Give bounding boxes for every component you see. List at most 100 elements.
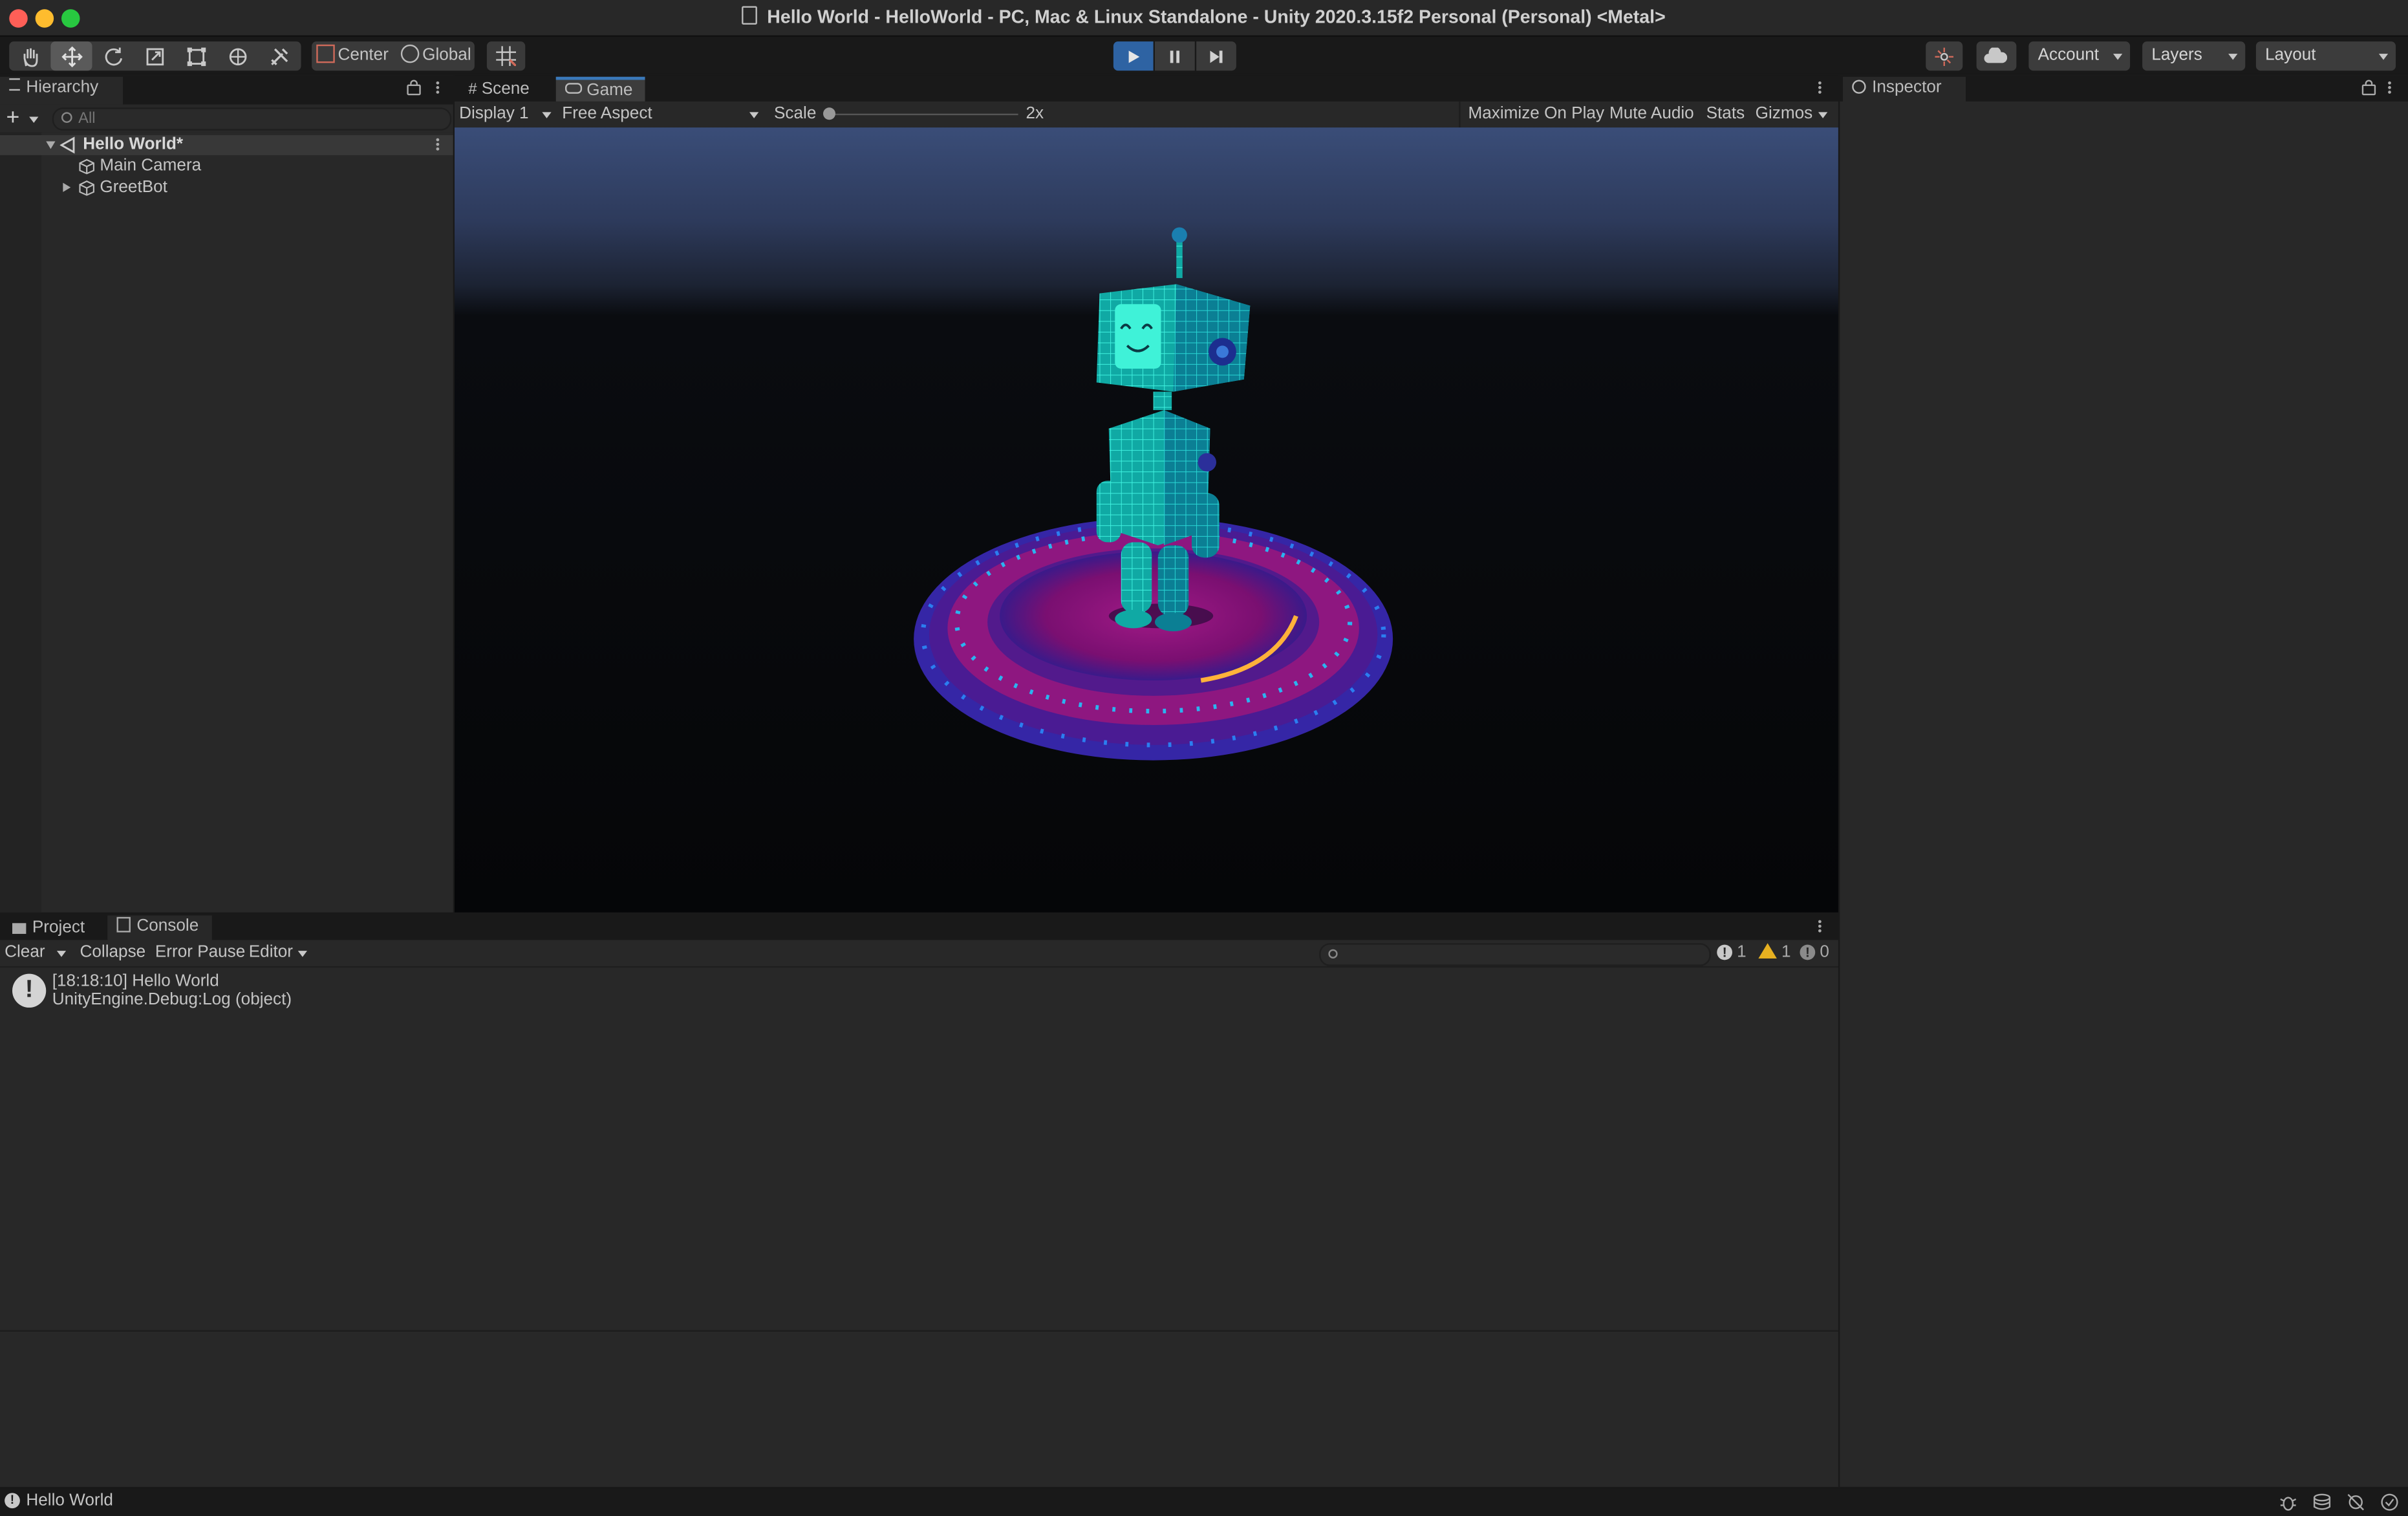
custom-tool-button[interactable] xyxy=(258,41,299,70)
pivot-center-toggle[interactable]: Center xyxy=(316,41,389,70)
search-icon xyxy=(1328,949,1338,958)
log-entry[interactable]: ! [18:18:10] Hello World UnityEngine.Deb… xyxy=(0,968,1838,1010)
toolbar-divider xyxy=(1459,101,1461,128)
scene-options-icon[interactable] xyxy=(436,138,441,152)
editor-dropdown[interactable]: Editor xyxy=(249,943,310,964)
hierarchy-item-main-camera[interactable]: Main Camera xyxy=(0,157,453,177)
collab-button[interactable] xyxy=(1926,41,1963,71)
game-toolbar: Display 1 Free Aspect Scale 2x Maximize … xyxy=(455,101,1838,128)
info-count-toggle[interactable]: ! 1 xyxy=(1717,942,1747,965)
game-panel: # Scene Game Display 1 Free Aspect Scale … xyxy=(455,75,1838,913)
create-add-button[interactable]: + xyxy=(6,106,43,129)
chevron-down-icon xyxy=(56,951,67,957)
scene-name: Hello World* xyxy=(83,135,184,154)
pivot-center-icon xyxy=(316,44,335,63)
clear-dropdown[interactable]: Clear xyxy=(5,943,67,964)
hierarchy-tree: Hello World* Main Camera GreetBot xyxy=(0,132,453,913)
more-options-icon[interactable] xyxy=(2388,81,2392,95)
scale-slider-thumb[interactable] xyxy=(823,107,835,120)
document-icon xyxy=(742,6,758,25)
tab-project[interactable]: Project xyxy=(3,915,98,943)
collapse-arrow-icon[interactable] xyxy=(63,182,71,192)
more-options-icon[interactable] xyxy=(436,81,441,95)
layers-dropdown[interactable]: Layers xyxy=(2142,41,2246,71)
expand-arrow-icon[interactable] xyxy=(46,141,56,149)
collab-icon xyxy=(1935,47,1953,67)
play-button[interactable] xyxy=(1113,41,1154,71)
layers-label: Layers xyxy=(2151,46,2202,65)
status-message[interactable]: Hello World xyxy=(26,1491,113,1510)
move-tool-button[interactable] xyxy=(50,41,92,71)
scale-slider-track[interactable] xyxy=(828,113,1018,116)
status-bar: ! Hello World xyxy=(0,1488,2408,1516)
log-message: [18:18:10] Hello World xyxy=(52,972,219,991)
tab-inspector[interactable]: Inspector xyxy=(1843,76,1966,105)
layout-label: Layout xyxy=(2265,46,2316,65)
warning-count-toggle[interactable]: 1 xyxy=(1758,942,1791,965)
pause-icon xyxy=(1170,50,1179,63)
info-icon xyxy=(1852,80,1866,94)
console-log-list: ! [18:18:10] Hello World UnityEngine.Deb… xyxy=(0,968,1838,1332)
list-icon xyxy=(9,78,20,91)
gameobject-icon xyxy=(79,158,94,175)
mute-audio-toggle[interactable]: Mute Audio xyxy=(1609,104,1694,122)
transform-tool-button[interactable] xyxy=(217,41,258,70)
more-options-icon[interactable] xyxy=(1818,920,1823,934)
display-dropdown[interactable]: Display 1 xyxy=(459,104,552,125)
tab-console[interactable]: Console xyxy=(107,915,212,944)
stats-toggle[interactable]: Stats xyxy=(1706,104,1745,122)
rotate-tool-button[interactable] xyxy=(92,41,134,70)
tab-scene[interactable]: # Scene xyxy=(459,77,552,105)
window-title: Hello World - HelloWorld - PC, Mac & Lin… xyxy=(767,6,1666,28)
error-pause-toggle[interactable]: Error Pause xyxy=(155,943,245,961)
grid-snap-toggle[interactable] xyxy=(486,41,526,71)
console-detail-area xyxy=(0,1332,1838,1487)
hierarchy-item-greetbot[interactable]: GreetBot xyxy=(0,178,453,198)
pivot-global-toggle[interactable]: Global xyxy=(400,41,471,70)
tab-game[interactable]: Game xyxy=(555,76,645,105)
view-tabbar: # Scene Game xyxy=(455,75,1838,105)
chevron-down-icon xyxy=(542,112,552,118)
scene-row[interactable]: Hello World* xyxy=(0,135,453,155)
hand-tool-icon xyxy=(23,47,38,67)
scale-value: 2x xyxy=(1026,104,1044,123)
console-icon xyxy=(116,916,131,933)
auto-generate-lighting-icon[interactable] xyxy=(2347,1493,2365,1511)
more-options-icon[interactable] xyxy=(1818,81,1823,95)
gizmos-dropdown[interactable]: Gizmos xyxy=(1756,104,1833,125)
tab-hierarchy[interactable]: Hierarchy xyxy=(0,76,123,105)
layout-dropdown[interactable]: Layout xyxy=(2255,41,2396,71)
rotate-tool-icon xyxy=(104,47,122,65)
cloud-button[interactable] xyxy=(1976,41,2017,71)
collapse-toggle[interactable]: Collapse xyxy=(80,943,146,961)
hierarchy-search-field[interactable] xyxy=(52,107,452,131)
aspect-dropdown[interactable]: Free Aspect xyxy=(562,104,759,125)
hand-tool-button[interactable] xyxy=(9,41,50,70)
step-button[interactable] xyxy=(1196,41,1236,71)
hierarchy-item-label: GreetBot xyxy=(100,178,167,197)
hierarchy-item-label: Main Camera xyxy=(100,157,202,175)
lock-icon[interactable] xyxy=(2361,80,2376,96)
hierarchy-search-input[interactable] xyxy=(78,109,432,129)
window-title-area: Hello World - HelloWorld - PC, Mac & Lin… xyxy=(0,6,2408,28)
bug-icon[interactable] xyxy=(2279,1493,2298,1511)
chevron-down-icon xyxy=(297,951,307,957)
scale-tool-button[interactable] xyxy=(134,41,175,70)
console-search-field[interactable] xyxy=(1319,943,1711,966)
rect-tool-button[interactable] xyxy=(175,41,217,70)
maximize-on-play-toggle[interactable]: Maximize On Play xyxy=(1468,104,1605,122)
pause-button[interactable] xyxy=(1155,41,1195,71)
transform-tool-icon xyxy=(228,47,246,65)
main-toolbar: Center Global Account Layers Layout xyxy=(0,36,2408,74)
error-count-toggle[interactable]: ! 0 xyxy=(1800,942,1829,965)
game-viewport[interactable] xyxy=(455,127,1838,913)
globe-icon xyxy=(400,44,420,63)
lock-icon[interactable] xyxy=(407,80,421,96)
hierarchy-panel: Hierarchy + Hello World* xyxy=(0,75,453,913)
account-dropdown[interactable]: Account xyxy=(2028,41,2131,71)
error-count-icon: ! xyxy=(1800,944,1816,960)
custom-tool-icon xyxy=(270,47,288,65)
progress-check-icon[interactable] xyxy=(2380,1493,2399,1511)
cache-server-icon[interactable] xyxy=(2313,1493,2332,1511)
console-panel: Project Console Clear Collapse Error Pau… xyxy=(0,914,1838,1487)
